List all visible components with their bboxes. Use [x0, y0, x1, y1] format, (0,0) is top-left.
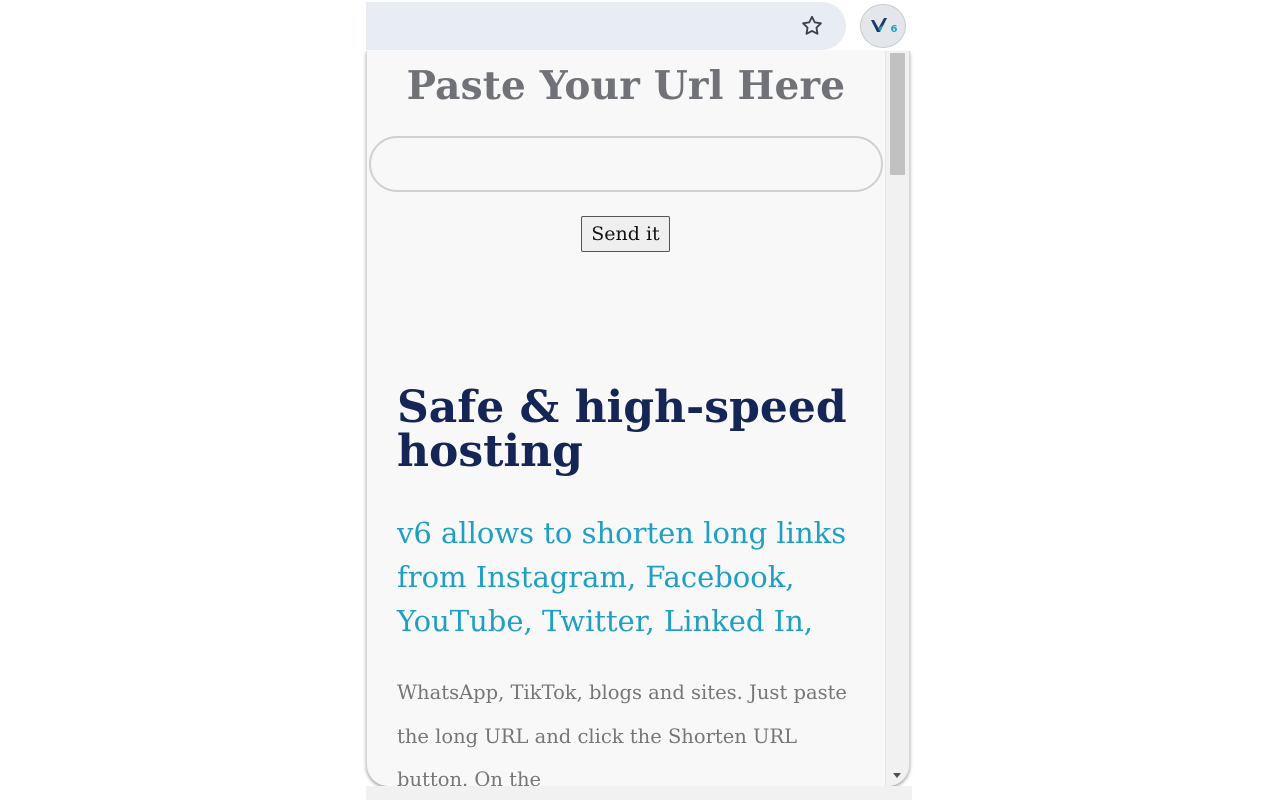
extension-v6-button[interactable]: 6 [860, 4, 906, 48]
hero-body-text: WhatsApp, TikTok, blogs and sites. Just … [397, 681, 847, 786]
bookmark-star-icon[interactable] [798, 12, 826, 40]
popup-scrollbar[interactable] [885, 51, 909, 786]
popup-content: Paste Your Url Here Send it Safe & high-… [367, 51, 885, 786]
popup-bottom-edge [366, 786, 912, 800]
send-it-button[interactable]: Send it [581, 216, 670, 252]
url-input[interactable] [369, 136, 883, 192]
scrollbar-thumb[interactable] [890, 53, 905, 175]
hero-heading: Safe & high-speed hosting [397, 382, 847, 477]
popup-title: Paste Your Url Here [406, 63, 846, 109]
extension-logo-text: 6 [890, 23, 898, 35]
address-bar[interactable] [366, 2, 846, 50]
v6-logo-icon: 6 [869, 16, 898, 36]
extension-popup: Paste Your Url Here Send it Safe & high-… [366, 51, 910, 786]
scroll-down-arrow-icon[interactable] [893, 773, 901, 778]
hero-subheading: v6 allows to shorten long links from Ins… [397, 516, 847, 638]
browser-toolbar: 6 [366, 0, 912, 52]
